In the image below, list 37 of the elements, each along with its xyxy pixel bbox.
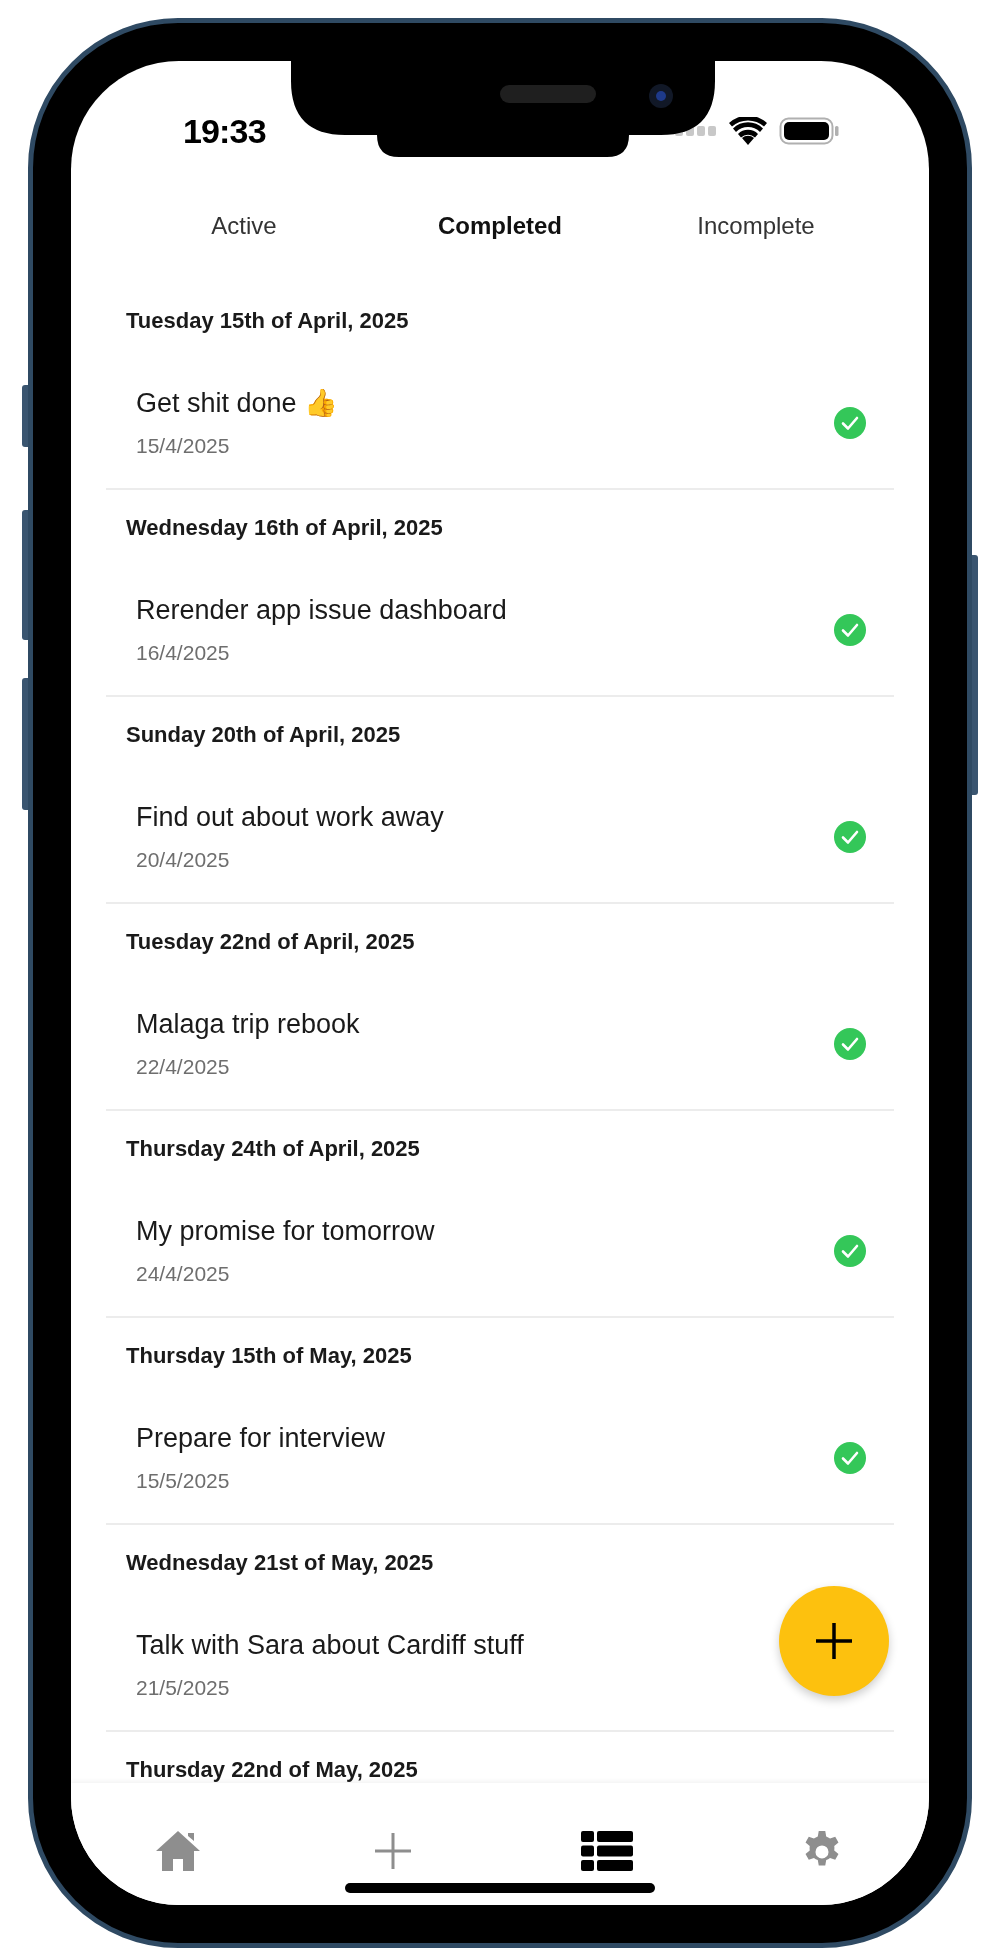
task-title: Find out about work away	[136, 801, 444, 833]
add-button[interactable]	[779, 1586, 889, 1696]
signal-icon	[675, 126, 717, 136]
task-row[interactable]: Get shit done 👍 15/4/2025	[106, 349, 894, 490]
task-date: 22/4/2025	[136, 1055, 231, 1079]
date-heading: Tuesday 22nd of April, 2025	[126, 930, 416, 954]
task-title: Rerender app issue dashboard	[136, 594, 507, 626]
date-heading: Wednesday 21st of May, 2025	[126, 1551, 435, 1575]
task-row[interactable]: Prepare for interview 15/5/2025	[106, 1384, 894, 1525]
tab[interactable]: Incomplete	[697, 208, 815, 244]
date-heading: Thursday 22nd of May, 2025	[126, 1758, 419, 1782]
task-title: Prepare for interview	[136, 1422, 386, 1454]
date-heading: Sunday 20th of April, 2025	[126, 723, 402, 747]
date-heading: Thursday 15th of May, 2025	[126, 1344, 413, 1368]
date-heading: Thursday 24th of April, 2025	[126, 1137, 421, 1161]
task-date: 15/4/2025	[136, 434, 231, 458]
task-date: 20/4/2025	[136, 848, 231, 872]
tab[interactable]: Completed	[438, 208, 562, 244]
tab[interactable]: Active	[211, 208, 277, 244]
task-row[interactable]: Find out about work away 20/4/2025	[106, 763, 894, 904]
task-date: 16/4/2025	[136, 641, 231, 665]
task-row[interactable]: My promise for tomorrow 24/4/2025	[106, 1177, 894, 1318]
task-title: Get shit done 👍	[136, 387, 339, 419]
task-date: 15/5/2025	[136, 1469, 231, 1493]
task-row[interactable]: Rerender app issue dashboard 16/4/2025	[106, 556, 894, 697]
status-time: 19:33	[183, 110, 266, 152]
task-row[interactable]: Malaga trip rebook 22/4/2025	[106, 970, 894, 1111]
task-title: My promise for tomorrow	[136, 1215, 435, 1247]
task-date: 21/5/2025	[136, 1676, 231, 1700]
date-heading: Tuesday 15th of April, 2025	[126, 309, 410, 333]
battery-icon	[779, 117, 839, 145]
task-date: 24/4/2025	[136, 1262, 231, 1286]
task-title: Malaga trip rebook	[136, 1008, 360, 1040]
task-title: Talk with Sara about Cardiff stuff	[136, 1629, 524, 1661]
wifi-icon	[729, 117, 767, 145]
plus-icon	[814, 1621, 854, 1661]
date-heading: Wednesday 16th of April, 2025	[126, 516, 444, 540]
